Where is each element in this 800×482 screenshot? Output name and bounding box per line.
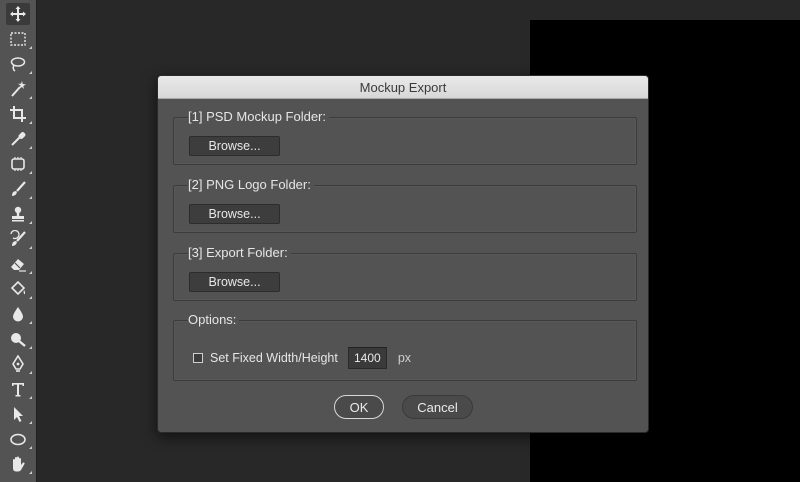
marquee-tool-icon[interactable]	[6, 28, 32, 50]
clone-stamp-tool-icon[interactable]	[6, 203, 32, 225]
psd-mockup-folder-group: [1] PSD Mockup Folder: Browse...	[173, 109, 637, 165]
cancel-button[interactable]: Cancel	[402, 395, 473, 419]
dialog-title: Mockup Export	[158, 76, 648, 99]
size-unit: px	[397, 351, 412, 365]
blur-tool-icon[interactable]	[6, 303, 32, 325]
type-tool-icon[interactable]	[6, 378, 32, 400]
paint-bucket-tool-icon[interactable]	[6, 278, 32, 300]
tools-panel	[0, 0, 37, 482]
magic-wand-tool-icon[interactable]	[6, 78, 32, 100]
eyedropper-tool-icon[interactable]	[6, 128, 32, 150]
hand-tool-icon[interactable]	[6, 453, 32, 475]
ellipse-tool-icon[interactable]	[6, 428, 32, 450]
browse-psd-button[interactable]: Browse...	[189, 136, 280, 156]
history-brush-tool-icon[interactable]	[6, 228, 32, 250]
brush-tool-icon[interactable]	[6, 178, 32, 200]
mockup-export-dialog: Mockup Export [1] PSD Mockup Folder: Bro…	[157, 75, 649, 433]
png-logo-folder-group: [2] PNG Logo Folder: Browse...	[173, 177, 637, 233]
move-tool-icon[interactable]	[6, 3, 30, 25]
export-folder-label: [3] Export Folder:	[188, 245, 291, 260]
path-selection-tool-icon[interactable]	[6, 403, 32, 425]
browse-export-button[interactable]: Browse...	[189, 272, 280, 292]
size-input[interactable]	[347, 347, 387, 369]
crop-tool-icon[interactable]	[6, 103, 32, 125]
eraser-tool-icon[interactable]	[6, 253, 32, 275]
fixed-size-label[interactable]: Set Fixed Width/Height	[210, 351, 338, 365]
ok-button[interactable]: OK	[334, 395, 384, 419]
healing-brush-tool-icon[interactable]	[6, 153, 32, 175]
options-label: Options:	[188, 312, 240, 327]
dodge-tool-icon[interactable]	[6, 328, 32, 350]
pen-tool-icon[interactable]	[6, 353, 32, 375]
fixed-size-checkbox[interactable]	[193, 353, 203, 363]
export-folder-group: [3] Export Folder: Browse...	[173, 245, 637, 301]
options-group: Options: Set Fixed Width/Height px	[173, 312, 637, 381]
fixed-size-row: Set Fixed Width/Height px	[193, 347, 412, 369]
psd-mockup-folder-label: [1] PSD Mockup Folder:	[188, 109, 329, 124]
browse-png-button[interactable]: Browse...	[189, 204, 280, 224]
lasso-tool-icon[interactable]	[6, 53, 32, 75]
png-logo-folder-label: [2] PNG Logo Folder:	[188, 177, 314, 192]
